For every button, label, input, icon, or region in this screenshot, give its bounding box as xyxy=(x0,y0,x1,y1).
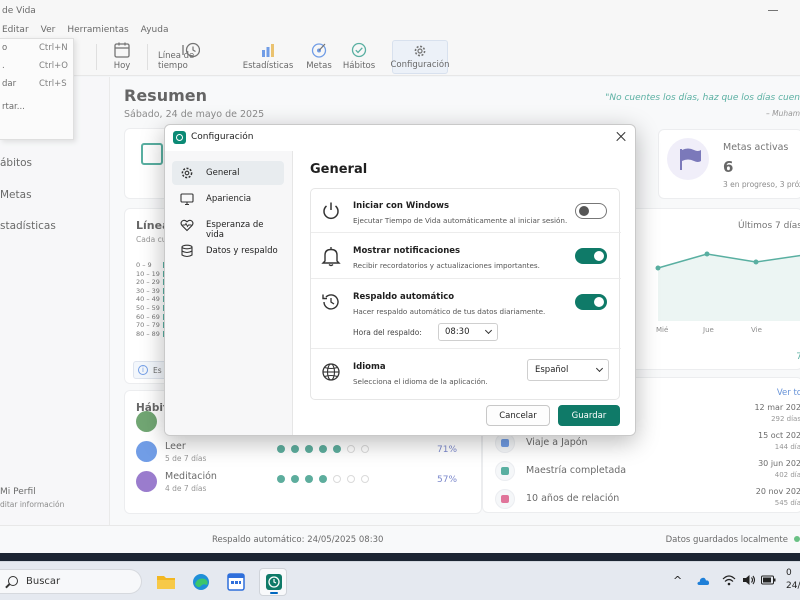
gear-icon xyxy=(181,167,193,179)
cloud-icon[interactable] xyxy=(696,575,710,587)
tray-overflow-icon[interactable]: ^ xyxy=(673,574,682,587)
chevron-down-icon xyxy=(595,364,604,373)
dialog-close-button[interactable] xyxy=(614,130,628,144)
settings-nav-datos[interactable]: Datos y respaldo xyxy=(172,239,284,263)
nav-label: Esperanza de vida xyxy=(206,220,264,240)
battery-icon[interactable] xyxy=(761,575,776,585)
cancel-button[interactable]: Cancelar xyxy=(486,405,550,426)
wifi-icon[interactable] xyxy=(722,574,736,586)
folder-icon xyxy=(157,576,175,589)
nav-label: Datos y respaldo xyxy=(206,246,278,256)
taskbar: Buscar ^ 0 24/0 xyxy=(0,561,800,600)
backup-toggle[interactable] xyxy=(575,294,607,310)
taskbar-calendar-app[interactable] xyxy=(222,568,250,596)
section-title: General xyxy=(310,162,368,177)
volume-icon[interactable] xyxy=(742,574,756,586)
taskbar-edge[interactable] xyxy=(187,568,215,596)
nav-label: Apariencia xyxy=(206,194,252,204)
settings-nav-general[interactable]: General xyxy=(172,161,284,185)
taskbar-file-explorer[interactable] xyxy=(152,568,180,596)
settings-content: General Iniciar con Windows Ejecutar Tie… xyxy=(294,151,635,435)
search-icon xyxy=(8,576,18,586)
power-icon xyxy=(323,202,339,220)
settings-nav-apariencia[interactable]: Apariencia xyxy=(172,187,284,211)
dialog-title: Configuración xyxy=(191,132,254,142)
taskbar-search-label: Buscar xyxy=(26,576,61,587)
heart-pulse-icon xyxy=(180,219,194,232)
edge-browser-icon xyxy=(193,574,209,590)
setting-description: Selecciona el idioma de la aplicación. xyxy=(353,377,488,386)
backup-time-label: Hora del respaldo: xyxy=(353,328,422,337)
setting-label: Idioma xyxy=(353,362,386,372)
language-value: Español xyxy=(535,365,569,375)
toggle-knob xyxy=(579,206,589,216)
setting-label: Respaldo automático xyxy=(353,292,455,302)
backup-time-value: 08:30 xyxy=(445,327,470,337)
startup-toggle[interactable] xyxy=(575,203,607,219)
globe-icon xyxy=(322,363,340,381)
save-button[interactable]: Guardar xyxy=(558,405,620,426)
nav-label: General xyxy=(206,168,240,178)
settings-list: Iniciar con Windows Ejecutar Tiempo de V… xyxy=(310,188,621,400)
history-icon xyxy=(322,294,339,310)
setting-description: Hacer respaldo automático de tus datos d… xyxy=(353,307,546,316)
setting-row-language: Idioma Selecciona el idioma de la aplica… xyxy=(311,349,621,399)
chevron-down-icon xyxy=(484,326,493,335)
bell-icon xyxy=(321,247,341,267)
language-select[interactable]: Español xyxy=(527,359,609,381)
notifications-toggle[interactable] xyxy=(575,248,607,264)
clock-time: 0 xyxy=(786,568,792,578)
setting-description: Ejecutar Tiempo de Vida automáticamente … xyxy=(353,216,568,225)
setting-row-startup: Iniciar con Windows Ejecutar Tiempo de V… xyxy=(311,189,621,233)
setting-description: Recibir recordatorios y actualizaciones … xyxy=(353,261,540,270)
desktop-strip xyxy=(0,553,800,561)
app-clock-icon xyxy=(173,131,186,144)
settings-dialog: Configuración General Apariencia Esperan… xyxy=(164,124,636,436)
clock-date: 24/0 xyxy=(786,581,800,591)
database-icon xyxy=(181,244,193,258)
taskbar-search[interactable]: Buscar xyxy=(0,569,142,594)
settings-nav-esperanza[interactable]: Esperanza de vida xyxy=(172,213,284,240)
setting-label: Iniciar con Windows xyxy=(353,201,450,211)
setting-label: Mostrar notificaciones xyxy=(353,246,461,256)
settings-nav: General Apariencia Esperanza de vida Dat… xyxy=(165,151,293,435)
active-app-indicator xyxy=(270,592,278,594)
monitor-icon xyxy=(180,193,194,206)
taskbar-clock[interactable]: 0 24/0 xyxy=(786,567,800,593)
backup-time-select[interactable]: 08:30 xyxy=(438,323,498,341)
dialog-titlebar: Configuración xyxy=(165,125,635,151)
toggle-knob xyxy=(594,297,604,307)
setting-row-backup: Respaldo automático Hacer respaldo autom… xyxy=(311,279,621,349)
toggle-knob xyxy=(594,251,604,261)
taskbar-tiempo-de-vida[interactable] xyxy=(259,568,287,596)
calendar-icon xyxy=(227,573,245,591)
setting-row-notifications: Mostrar notificaciones Recibir recordato… xyxy=(311,233,621,279)
